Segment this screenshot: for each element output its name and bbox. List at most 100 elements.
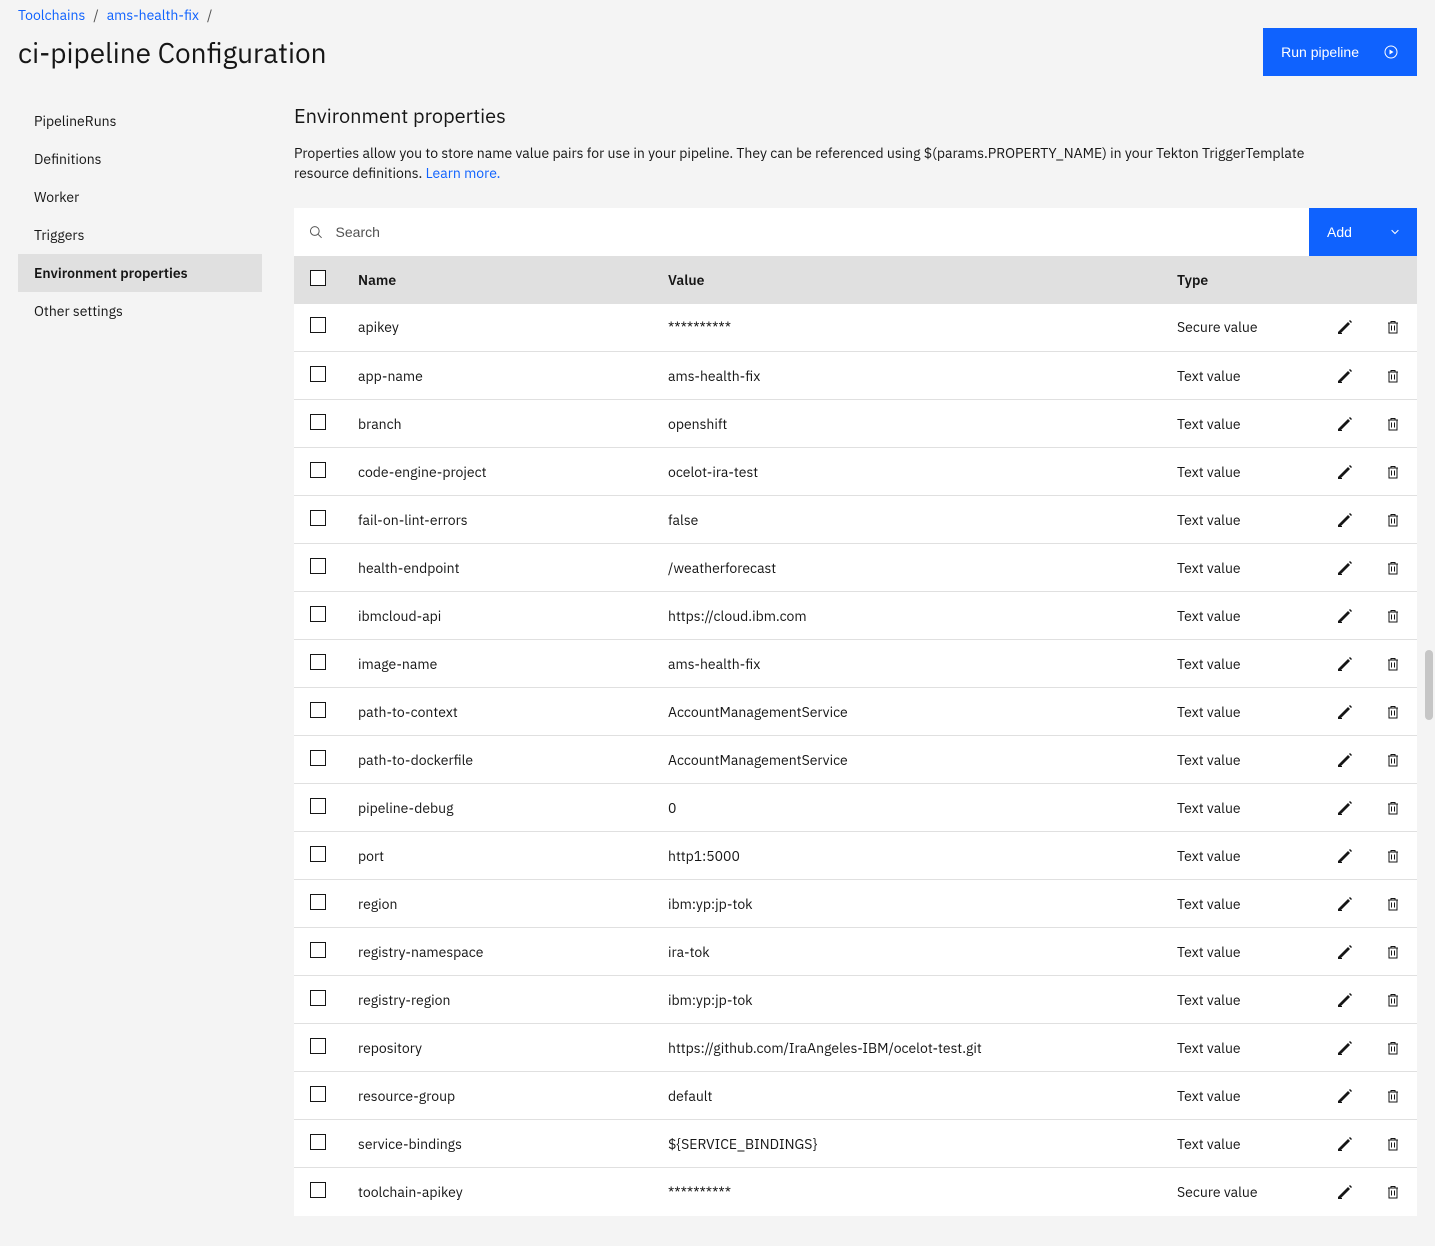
row-checkbox[interactable] — [310, 990, 326, 1006]
breadcrumb-project[interactable]: ams-health-fix — [107, 6, 199, 24]
breadcrumb-toolchains[interactable]: Toolchains — [18, 6, 85, 24]
cell-name: resource-group — [342, 1072, 652, 1120]
trash-icon[interactable] — [1373, 836, 1413, 876]
cell-value: ocelot-ira-test — [652, 448, 1161, 496]
scrollbar-track[interactable] — [1421, 0, 1435, 1237]
trash-icon[interactable] — [1373, 932, 1413, 972]
sidebar-item-label: Other settings — [34, 302, 123, 320]
col-header-name[interactable]: Name — [342, 256, 652, 304]
trash-icon[interactable] — [1373, 644, 1413, 684]
sidebar-item-triggers[interactable]: Triggers — [18, 216, 262, 254]
row-checkbox[interactable] — [310, 750, 326, 766]
row-checkbox[interactable] — [310, 654, 326, 670]
edit-icon[interactable] — [1325, 932, 1365, 972]
sidebar-item-definitions[interactable]: Definitions — [18, 140, 262, 178]
cell-value: https://cloud.ibm.com — [652, 592, 1161, 640]
edit-icon[interactable] — [1325, 644, 1365, 684]
cell-value: ams-health-fix — [652, 640, 1161, 688]
edit-icon[interactable] — [1325, 452, 1365, 492]
row-checkbox[interactable] — [310, 414, 326, 430]
cell-type: Text value — [1161, 736, 1321, 784]
learn-more-link[interactable]: Learn more. — [426, 164, 501, 182]
cell-value: false — [652, 496, 1161, 544]
cell-value: ${SERVICE_BINDINGS} — [652, 1120, 1161, 1168]
add-button[interactable]: Add — [1309, 208, 1417, 256]
edit-icon[interactable] — [1325, 1124, 1365, 1164]
edit-icon[interactable] — [1325, 980, 1365, 1020]
sidebar-item-worker[interactable]: Worker — [18, 178, 262, 216]
row-checkbox[interactable] — [310, 798, 326, 814]
row-checkbox[interactable] — [310, 894, 326, 910]
cell-type: Text value — [1161, 1120, 1321, 1168]
table-row: resource-groupdefaultText value — [294, 1072, 1417, 1120]
trash-icon[interactable] — [1373, 452, 1413, 492]
trash-icon[interactable] — [1373, 980, 1413, 1020]
edit-icon[interactable] — [1325, 596, 1365, 636]
table-row: health-endpoint/weatherforecastText valu… — [294, 544, 1417, 592]
edit-icon[interactable] — [1325, 307, 1365, 347]
row-checkbox[interactable] — [310, 510, 326, 526]
trash-icon[interactable] — [1373, 740, 1413, 780]
chevron-down-icon — [1389, 226, 1401, 238]
play-circle-icon — [1383, 44, 1399, 60]
trash-icon[interactable] — [1373, 884, 1413, 924]
sidebar-item-other-settings[interactable]: Other settings — [18, 292, 262, 330]
row-checkbox[interactable] — [310, 606, 326, 622]
sidebar-item-pipelineruns[interactable]: PipelineRuns — [18, 102, 262, 140]
edit-icon[interactable] — [1325, 1076, 1365, 1116]
cell-name: code-engine-project — [342, 448, 652, 496]
cell-name: apikey — [342, 304, 652, 352]
edit-icon[interactable] — [1325, 788, 1365, 828]
edit-icon[interactable] — [1325, 548, 1365, 588]
table-row: repositoryhttps://github.com/IraAngeles-… — [294, 1024, 1417, 1072]
row-checkbox[interactable] — [310, 1134, 326, 1150]
edit-icon[interactable] — [1325, 692, 1365, 732]
trash-icon[interactable] — [1373, 356, 1413, 396]
row-checkbox[interactable] — [310, 1086, 326, 1102]
cell-value: http1:5000 — [652, 832, 1161, 880]
edit-icon[interactable] — [1325, 500, 1365, 540]
edit-icon[interactable] — [1325, 836, 1365, 876]
col-header-type[interactable]: Type — [1161, 256, 1321, 304]
trash-icon[interactable] — [1373, 307, 1413, 347]
col-header-value[interactable]: Value — [652, 256, 1161, 304]
trash-icon[interactable] — [1373, 596, 1413, 636]
row-checkbox[interactable] — [310, 317, 326, 333]
row-checkbox[interactable] — [310, 1182, 326, 1198]
trash-icon[interactable] — [1373, 500, 1413, 540]
cell-value: ********** — [652, 1168, 1161, 1216]
edit-icon[interactable] — [1325, 740, 1365, 780]
cell-type: Text value — [1161, 880, 1321, 928]
run-pipeline-button[interactable]: Run pipeline — [1263, 28, 1417, 76]
row-checkbox[interactable] — [310, 558, 326, 574]
row-checkbox[interactable] — [310, 942, 326, 958]
sidebar-item-env-props[interactable]: Environment properties — [18, 254, 262, 292]
trash-icon[interactable] — [1373, 548, 1413, 588]
edit-icon[interactable] — [1325, 356, 1365, 396]
cell-type: Text value — [1161, 1072, 1321, 1120]
cell-type: Text value — [1161, 688, 1321, 736]
trash-icon[interactable] — [1373, 788, 1413, 828]
edit-icon[interactable] — [1325, 1028, 1365, 1068]
row-checkbox[interactable] — [310, 366, 326, 382]
edit-icon[interactable] — [1325, 1172, 1365, 1212]
trash-icon[interactable] — [1373, 1076, 1413, 1116]
search-input[interactable] — [336, 224, 1295, 240]
row-checkbox[interactable] — [310, 1038, 326, 1054]
trash-icon[interactable] — [1373, 1172, 1413, 1212]
cell-name: health-endpoint — [342, 544, 652, 592]
row-checkbox[interactable] — [310, 846, 326, 862]
trash-icon[interactable] — [1373, 692, 1413, 732]
cell-value: AccountManagementService — [652, 688, 1161, 736]
edit-icon[interactable] — [1325, 404, 1365, 444]
trash-icon[interactable] — [1373, 1124, 1413, 1164]
trash-icon[interactable] — [1373, 1028, 1413, 1068]
edit-icon[interactable] — [1325, 884, 1365, 924]
table-row: fail-on-lint-errorsfalseText value — [294, 496, 1417, 544]
row-checkbox[interactable] — [310, 462, 326, 478]
row-checkbox[interactable] — [310, 702, 326, 718]
trash-icon[interactable] — [1373, 404, 1413, 444]
select-all-checkbox[interactable] — [310, 270, 326, 286]
scrollbar-thumb[interactable] — [1425, 650, 1433, 720]
search-field-wrap[interactable] — [294, 208, 1309, 256]
